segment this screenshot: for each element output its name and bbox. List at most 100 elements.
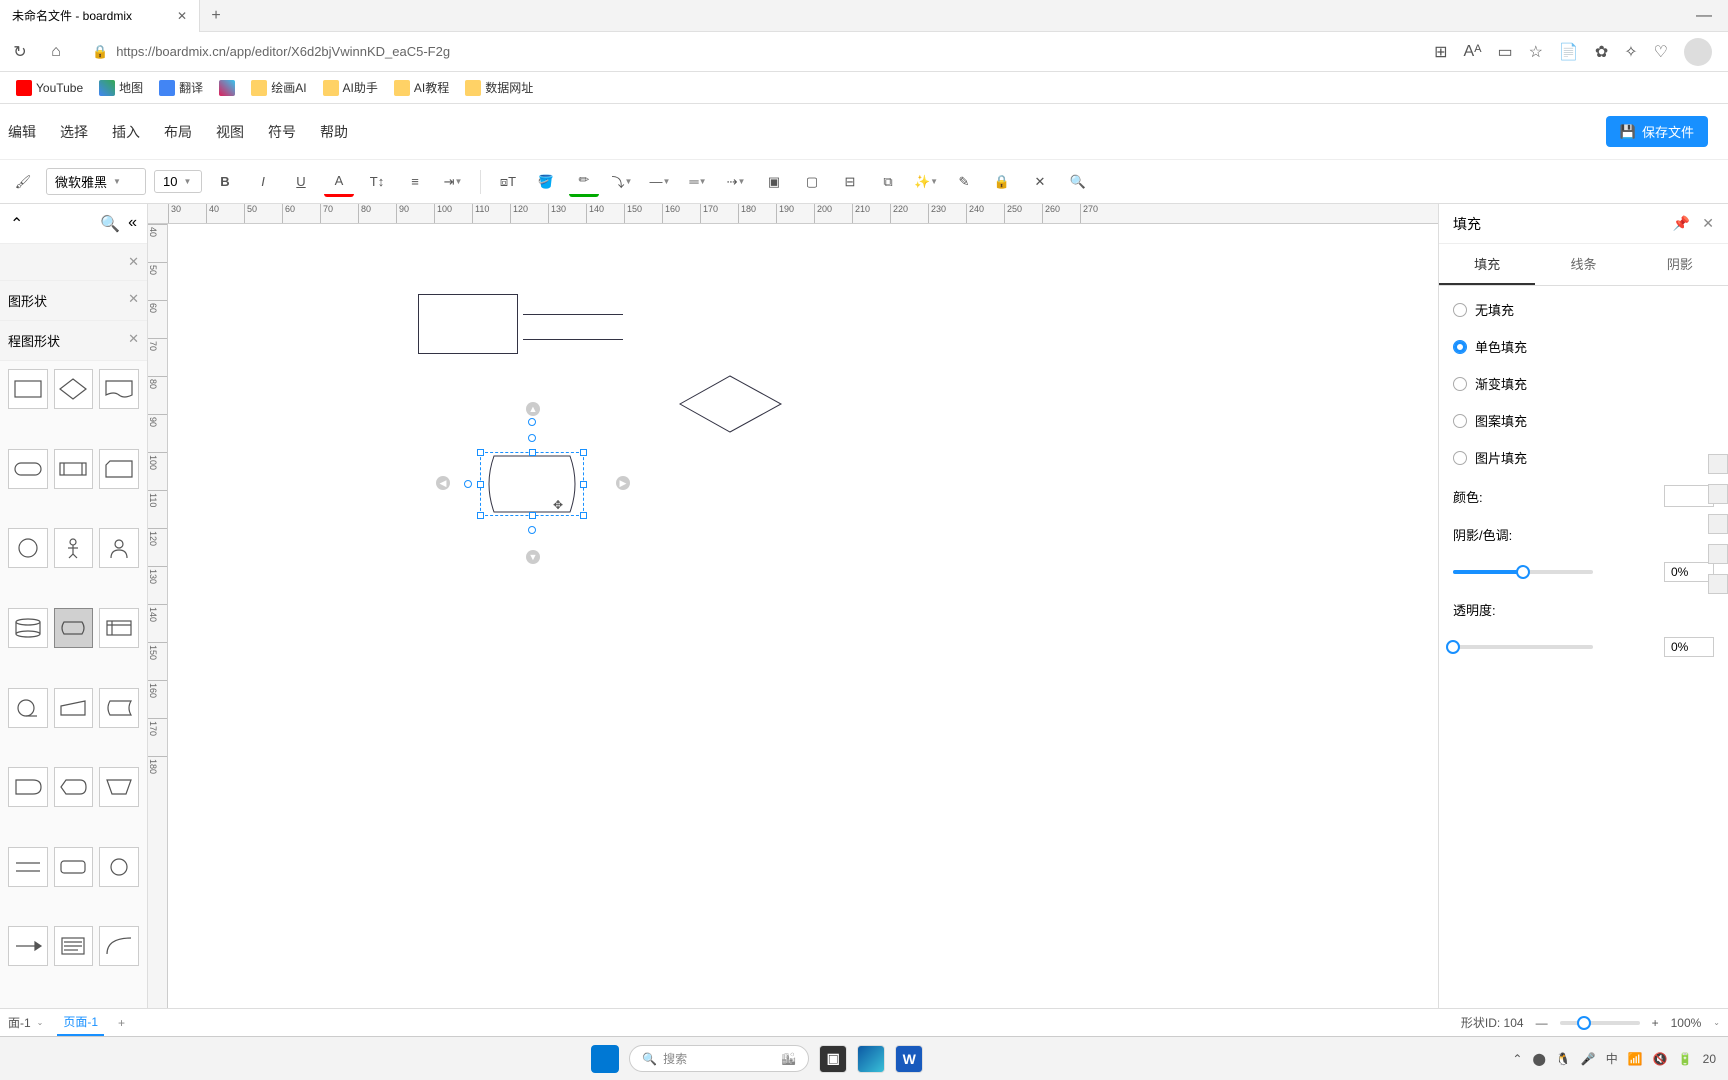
opacity-slider[interactable] [1453, 645, 1593, 649]
bookmark-slack[interactable] [219, 80, 235, 96]
connection-point[interactable] [528, 418, 536, 426]
color-swatch[interactable] [1664, 485, 1714, 507]
fill-option-gradient[interactable]: 渐变填充 [1453, 374, 1714, 393]
canvas-shape-rect[interactable] [418, 294, 518, 354]
dock-tab[interactable] [1708, 574, 1728, 594]
align-objects-icon[interactable]: ⊟ [835, 167, 865, 197]
bold-icon[interactable]: B [210, 167, 240, 197]
shape-person[interactable] [54, 528, 94, 568]
bookmark-translate[interactable]: 翻译 [159, 79, 203, 96]
shape-cylinder[interactable] [8, 608, 48, 648]
taskbar-app[interactable]: ▣ [819, 1045, 847, 1073]
tray-wifi-icon[interactable]: 📶 [1628, 1052, 1643, 1066]
chevron-down-icon[interactable]: ⌄ [1713, 1018, 1720, 1027]
resize-handle[interactable] [477, 449, 484, 456]
magic-icon[interactable]: ✨▼ [911, 167, 941, 197]
lock-icon[interactable]: 🔒 [987, 167, 1017, 197]
shape-curve[interactable] [99, 926, 139, 966]
layer-front-icon[interactable]: ▣ [759, 167, 789, 197]
group-icon[interactable]: ⧉ [873, 167, 903, 197]
italic-icon[interactable]: I [248, 167, 278, 197]
search-icon[interactable]: 🔍 [1063, 167, 1093, 197]
collapse-icon[interactable]: « [128, 214, 137, 234]
shape-card[interactable] [99, 449, 139, 489]
canvas-line[interactable] [523, 339, 623, 340]
puzzle-icon[interactable]: ✿ [1595, 42, 1608, 62]
favorite-icon[interactable]: ☆ [1529, 42, 1543, 62]
shape-connector[interactable] [99, 847, 139, 887]
shape-rect[interactable] [8, 369, 48, 409]
edit-icon[interactable]: ✎ [949, 167, 979, 197]
canvas[interactable]: ▲ ▼ ◀ ▶ ✥ [168, 224, 1438, 1008]
shape-process-double[interactable] [54, 449, 94, 489]
zoom-slider[interactable] [1560, 1021, 1640, 1025]
connection-point[interactable] [528, 434, 536, 442]
shape-sequential[interactable] [8, 688, 48, 728]
arrow-up-icon[interactable]: ▲ [526, 402, 540, 416]
taskbar-word[interactable]: W [895, 1045, 923, 1073]
page-tab-1[interactable]: 页面-1 [57, 1009, 104, 1036]
indent-icon[interactable]: ⇥▼ [438, 167, 468, 197]
opacity-value[interactable]: 0% [1664, 637, 1714, 657]
shape-internal-storage[interactable] [99, 608, 139, 648]
format-painter-icon[interactable]: 🖌 [8, 167, 38, 197]
arrow-left-icon[interactable]: ◀ [436, 476, 450, 490]
close-icon[interactable]: ✕ [128, 254, 139, 270]
close-icon[interactable]: ✕ [1702, 215, 1714, 232]
shade-slider[interactable] [1453, 570, 1593, 574]
fill-option-pattern[interactable]: 图案填充 [1453, 411, 1714, 430]
taskbar-search[interactable]: 🔍 搜索 🏙 [629, 1045, 809, 1072]
canvas-line[interactable] [523, 314, 623, 315]
dock-tab[interactable] [1708, 484, 1728, 504]
profile-avatar[interactable] [1684, 38, 1712, 66]
extensions-icon[interactable]: ⊞ [1434, 42, 1447, 62]
fill-option-image[interactable]: 图片填充 [1453, 448, 1714, 467]
collections-icon[interactable]: ✧ [1624, 42, 1637, 62]
dock-tab[interactable] [1708, 514, 1728, 534]
arrow-right-icon[interactable]: ▶ [616, 476, 630, 490]
start-button[interactable] [591, 1045, 619, 1073]
fill-color-icon[interactable]: 🪣 [531, 167, 561, 197]
tray-battery-icon[interactable]: 🔋 [1678, 1052, 1693, 1066]
menu-insert[interactable]: 插入 [112, 122, 140, 142]
search-icon[interactable]: 🔍 [100, 214, 120, 234]
refresh-icon[interactable]: ↻ [8, 40, 32, 64]
font-select[interactable]: 微软雅黑▼ [46, 168, 146, 195]
tray-chevron-icon[interactable]: ⌃ [1512, 1052, 1522, 1066]
text-size-icon[interactable]: Aᴬ [1464, 43, 1482, 61]
zoom-out-icon[interactable]: — [1536, 1016, 1548, 1030]
menu-layout[interactable]: 布局 [164, 122, 192, 142]
tray-time[interactable]: 20 [1703, 1052, 1716, 1066]
page-dropdown[interactable]: 面-1⌄ [8, 1014, 43, 1031]
font-color-icon[interactable]: A [324, 167, 354, 197]
shape-document[interactable] [99, 369, 139, 409]
resize-handle[interactable] [580, 512, 587, 519]
shape-manual-op[interactable] [99, 767, 139, 807]
tab-line[interactable]: 线条 [1535, 244, 1631, 285]
tab-shadow[interactable]: 阴影 [1632, 244, 1728, 285]
resize-handle[interactable] [529, 512, 536, 519]
add-page-button[interactable]: + [118, 1016, 125, 1030]
resize-handle[interactable] [580, 481, 587, 488]
shape-user[interactable] [99, 528, 139, 568]
tools-icon[interactable]: ✕ [1025, 167, 1055, 197]
bookmark-maps[interactable]: 地图 [99, 79, 143, 96]
textbox-icon[interactable]: ⧈T [493, 167, 523, 197]
home-icon[interactable]: ⌂ [44, 40, 68, 64]
resize-handle[interactable] [477, 512, 484, 519]
shape-diamond[interactable] [54, 369, 94, 409]
url-bar[interactable]: 🔒 https://boardmix.cn/app/editor/X6d2bjV… [80, 44, 1422, 60]
bookmark-folder-3[interactable]: AI教程 [394, 79, 449, 96]
bookmark-youtube[interactable]: YouTube [16, 80, 83, 96]
heart-icon[interactable]: ♡ [1654, 42, 1668, 62]
tray-icon[interactable]: 🐧 [1556, 1052, 1571, 1066]
line-style-icon[interactable]: —▼ [645, 167, 675, 197]
shape-display[interactable] [54, 767, 94, 807]
category-generic[interactable]: ✕ [0, 244, 147, 281]
category-flowchart-shapes[interactable]: 程图形状✕ [0, 321, 147, 361]
save-button[interactable]: 💾 保存文件 [1606, 116, 1708, 147]
shape-direct-data[interactable] [54, 608, 94, 648]
connector-icon[interactable]: ⤵▼ [607, 167, 637, 197]
line-color-icon[interactable]: ✏ [569, 167, 599, 197]
shape-arrow[interactable] [8, 926, 48, 966]
